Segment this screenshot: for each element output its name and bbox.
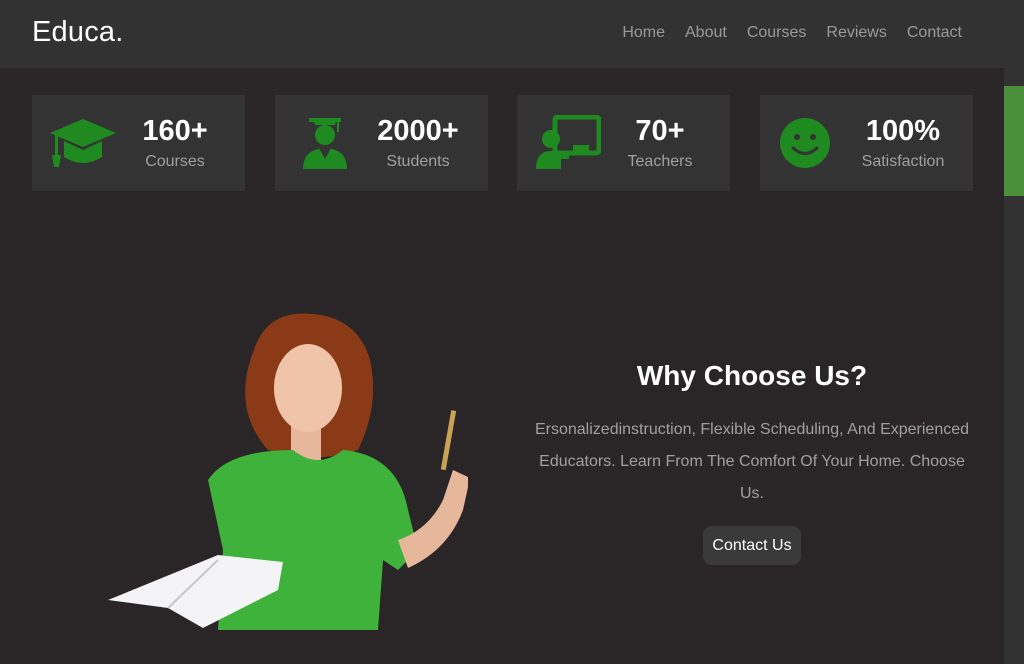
navbar: Educa. Home About Courses Reviews Contac… xyxy=(0,0,1024,68)
stat-value: 2000+ xyxy=(377,115,459,147)
stat-card-courses: 160+ Courses xyxy=(32,95,245,191)
brand-logo[interactable]: Educa. xyxy=(32,16,124,49)
nav-menu: Home About Courses Reviews Contact xyxy=(602,24,962,42)
nav-link-home[interactable]: Home xyxy=(622,24,665,42)
stat-label: Satisfaction xyxy=(861,153,945,170)
stat-card-students: 2000+ Students xyxy=(275,95,488,191)
stat-label: Students xyxy=(386,153,450,170)
nav-link-about[interactable]: About xyxy=(685,24,727,42)
nav-link-reviews[interactable]: Reviews xyxy=(826,24,886,42)
stat-card-satisfaction: 100% Satisfaction xyxy=(760,95,973,191)
teacher-photo xyxy=(108,310,470,630)
stat-label: Teachers xyxy=(627,153,693,170)
scrollbar-thumb[interactable] xyxy=(1004,86,1024,196)
why-choose-us-title: Why Choose Us? xyxy=(636,360,868,391)
nav-link-contact[interactable]: Contact xyxy=(907,24,962,42)
nav-link-courses[interactable]: Courses xyxy=(747,24,807,42)
stat-value: 70+ xyxy=(635,115,685,147)
contact-us-button[interactable]: Contact Us xyxy=(703,526,801,565)
stat-label: Courses xyxy=(145,153,205,170)
why-choose-us-description: Ersonalizedinstruction, Flexible Schedul… xyxy=(534,421,970,502)
stat-value: 100% xyxy=(865,115,941,147)
stat-card-teachers: 70+ Teachers xyxy=(517,95,730,191)
stat-value: 160+ xyxy=(142,115,208,147)
